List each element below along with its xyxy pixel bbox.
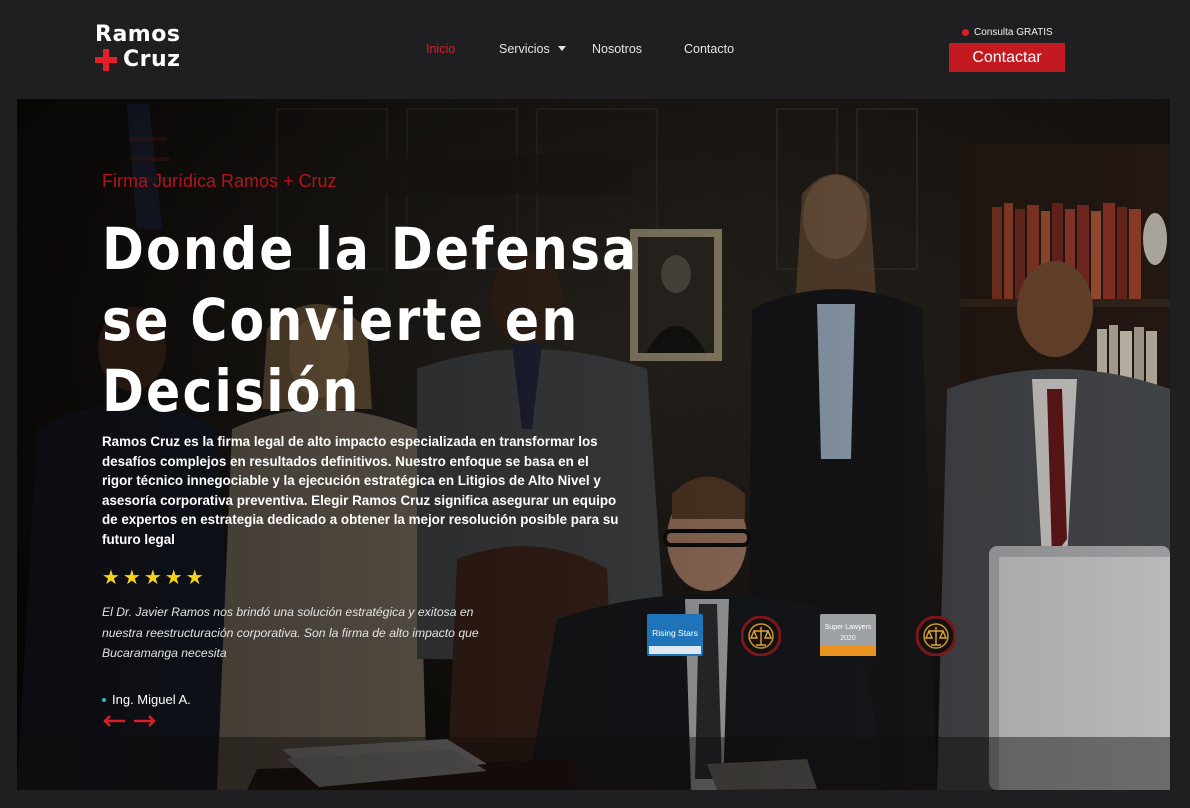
logo-line-2: Cruz <box>123 47 181 72</box>
nav-servicios[interactable]: Servicios <box>499 42 550 56</box>
logo-line-2-wrap: Cruz <box>95 47 180 72</box>
scales-of-justice-icon <box>741 616 781 656</box>
hero-headline-line-1: Donde la Defensa <box>102 215 639 283</box>
nav-nosotros[interactable]: Nosotros <box>592 42 642 56</box>
rising-stars-label: Rising Stars <box>652 628 698 638</box>
chevron-down-icon[interactable] <box>558 46 566 51</box>
arrow-right-icon[interactable] <box>133 715 157 727</box>
hero-bottom-band <box>17 737 1170 790</box>
site-header: Ramos Cruz Inicio Servicios Nosotros Con… <box>0 0 1190 98</box>
nav-inicio[interactable]: Inicio <box>426 42 455 56</box>
hero-eyebrow: Firma Jurídica Ramos + Cruz <box>102 171 337 191</box>
dot-icon <box>962 29 969 36</box>
rising-stars-badge: Rising Stars <box>647 614 703 656</box>
testimonial-quote: El Dr. Javier Ramos nos brindó una soluc… <box>102 605 479 660</box>
testimonial-author-name: Ing. Miguel A. <box>112 692 191 707</box>
hero-intro: Ramos Cruz es la firma legal de alto imp… <box>102 434 619 547</box>
testimonial-author: Ing. Miguel A. <box>102 692 191 707</box>
plus-logo-icon <box>95 48 117 71</box>
scales-of-justice-icon <box>916 616 956 656</box>
free-consultation-label: Consulta GRATIS <box>974 27 1053 38</box>
hero-headline-line-3: Decisión <box>102 357 361 425</box>
logo-line-1: Ramos <box>95 22 181 47</box>
super-lawyers-badge: Super Lawyers 2020 <box>820 614 876 656</box>
hero-headline: Donde la Defensa se Convierte en Decisió… <box>102 214 639 427</box>
super-lawyers-title: Super Lawyers <box>825 624 872 631</box>
nav-contacto[interactable]: Contacto <box>684 42 734 56</box>
arrow-left-icon[interactable] <box>102 715 126 727</box>
rating-stars: ★★★★★ <box>102 567 207 589</box>
contact-button[interactable]: Contactar <box>949 43 1065 72</box>
dot-icon <box>102 697 106 702</box>
logo[interactable]: Ramos Cruz <box>95 22 180 72</box>
hero-headline-line-2: se Convierte en <box>102 286 580 354</box>
free-consultation-note: Consulta GRATIS <box>962 27 1053 38</box>
super-lawyers-year: 2020 <box>840 635 856 642</box>
